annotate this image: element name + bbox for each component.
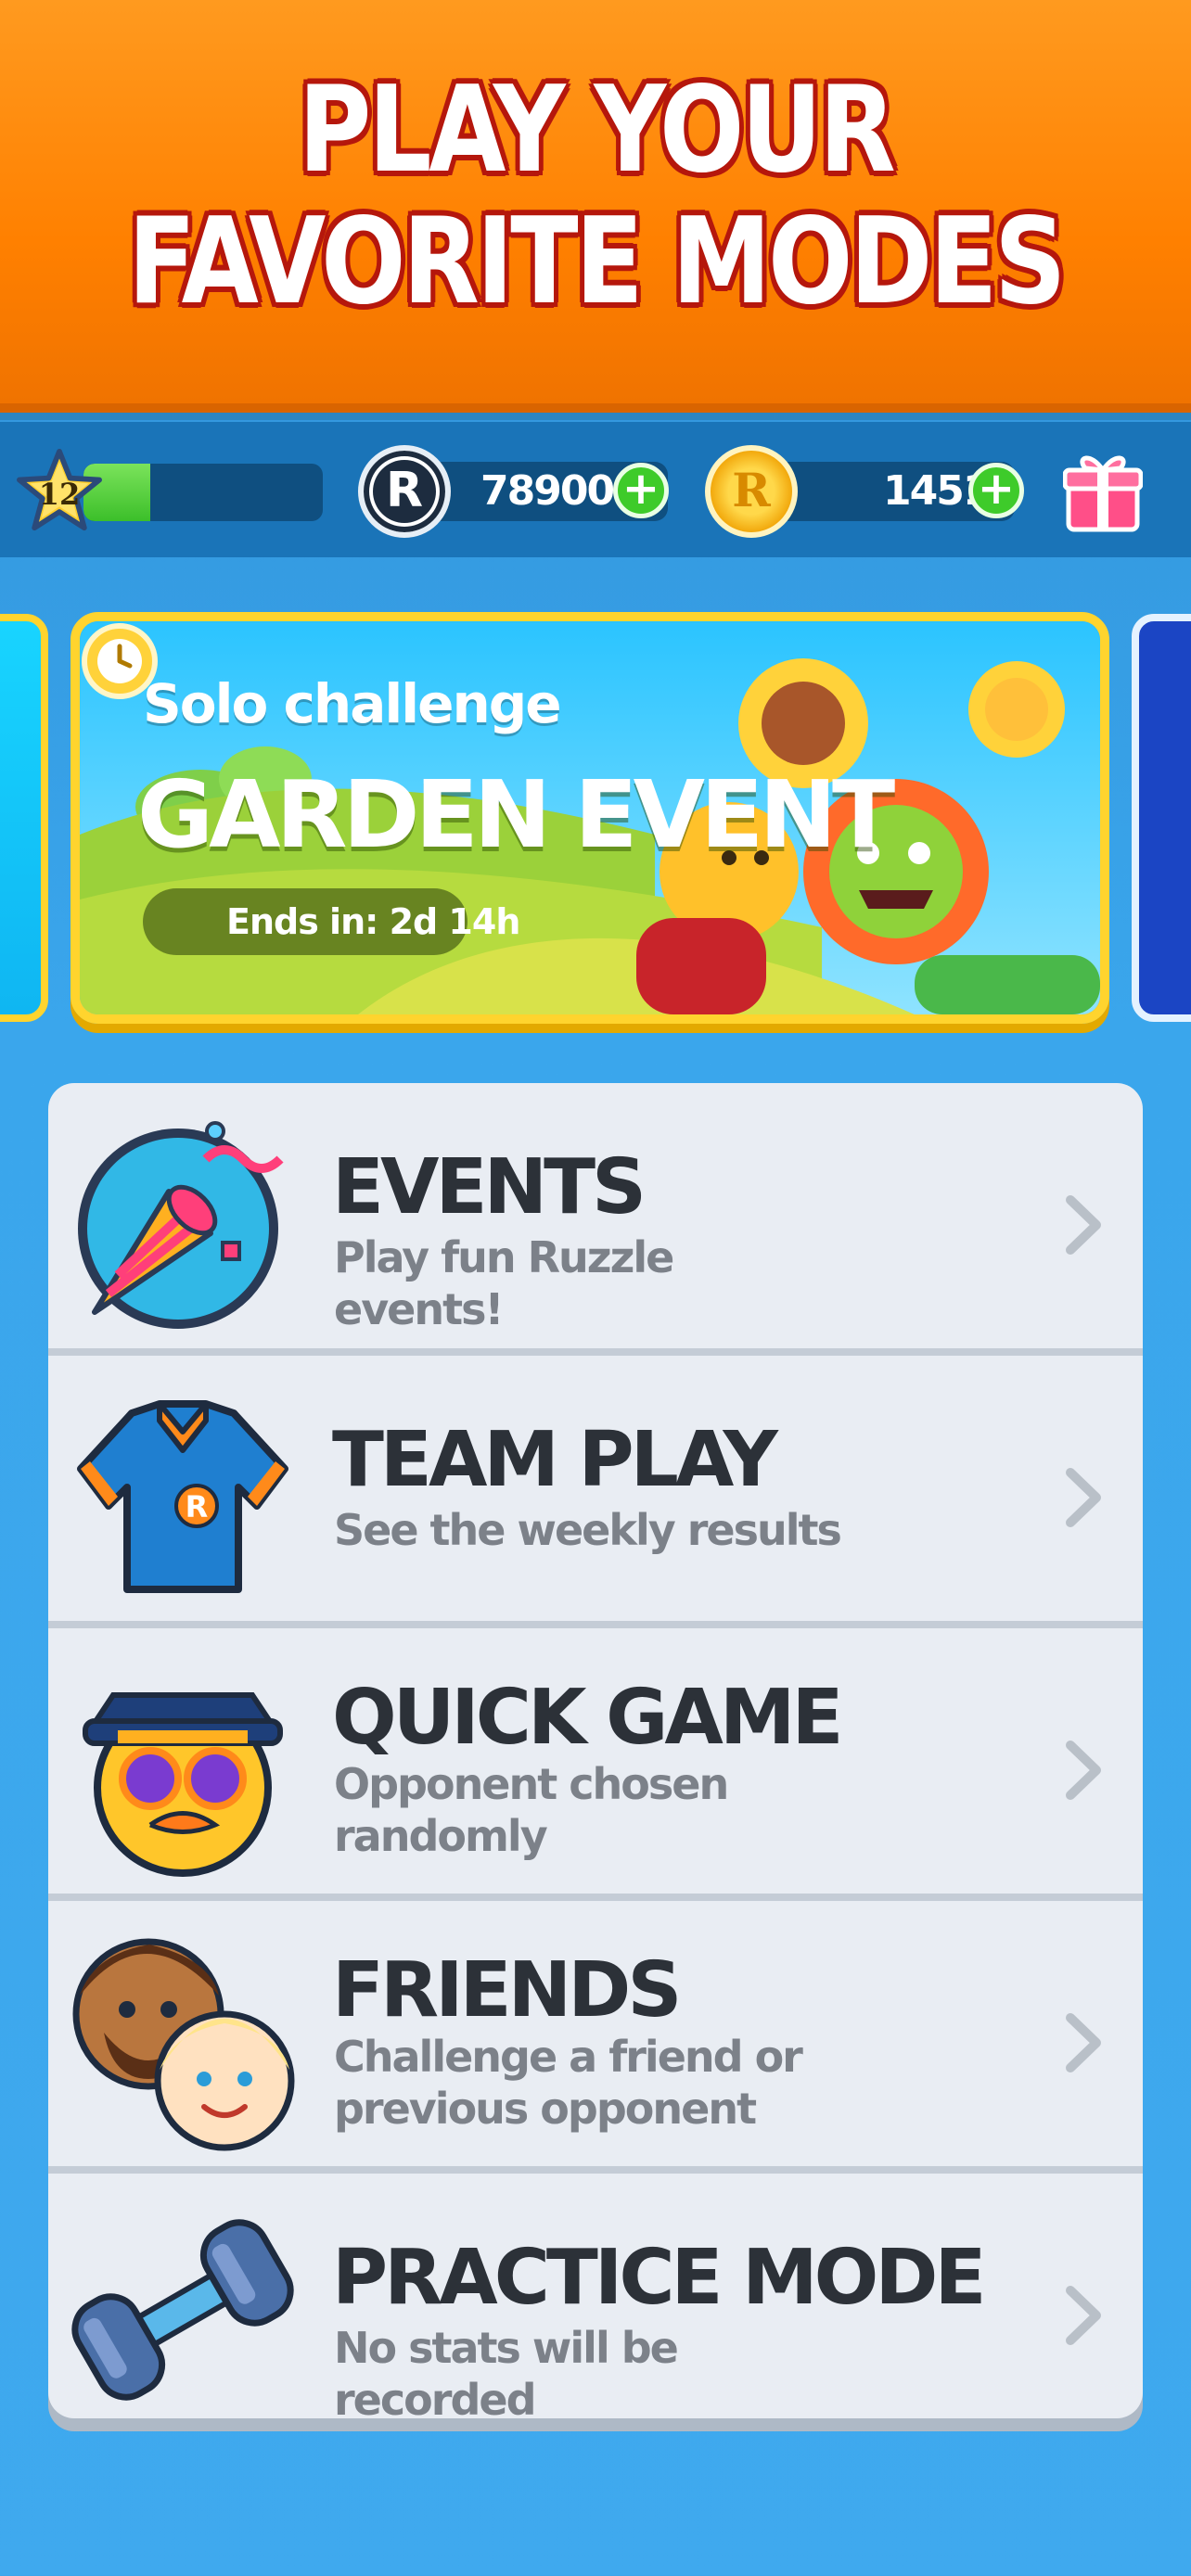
- event-subtitle: Solo challenge: [143, 672, 562, 735]
- mode-description: Opponent chosen randomly: [334, 1759, 729, 1861]
- mode-row-practice-mode[interactable]: PRACTICE MODE No stats will be recorded: [48, 2174, 1143, 2418]
- dumbbell-icon: [71, 2219, 294, 2401]
- mode-description: See the weekly results: [334, 1505, 842, 1555]
- ruby-coin-icon: R: [358, 445, 451, 538]
- gold-coin-icon: R: [705, 445, 798, 538]
- garden-event-card[interactable]: Solo challenge GARDEN EVENT Ends in: 2d …: [70, 612, 1109, 1024]
- clock-icon: [82, 623, 158, 699]
- mode-title: EVENTS: [332, 1143, 647, 1231]
- svg-text:R: R: [186, 1489, 209, 1524]
- chevron-right-icon: [1066, 2013, 1101, 2072]
- promo-banner: PLAY YOUR FAVORITE MODES: [0, 0, 1191, 413]
- banner-headline-line1: PLAY YOUR: [298, 61, 896, 199]
- event-timer-text: Ends in: 2d 14h: [226, 901, 520, 942]
- mode-description: No stats will be recorded: [334, 2323, 679, 2418]
- banner-headline-line2: FAVORITE MODES: [127, 193, 1067, 331]
- party-popper-icon: [78, 1121, 284, 1329]
- jersey-icon: R: [77, 1400, 288, 1593]
- xp-progress-bar: [83, 464, 323, 521]
- mode-title: PRACTICE MODE: [332, 2234, 986, 2322]
- mode-title: TEAM PLAY: [332, 1416, 778, 1504]
- chevron-right-icon: [1066, 1195, 1101, 1255]
- mode-description: Play fun Ruzzle events!: [334, 1232, 674, 1334]
- add-rubies-button[interactable]: +: [613, 463, 669, 518]
- game-modes-list: EVENTS Play fun Ruzzle events! R TEAM PL…: [48, 1083, 1143, 2418]
- chevron-right-icon: [1066, 1468, 1101, 1527]
- mode-title: FRIENDS: [332, 1946, 682, 2034]
- event-title: GARDEN EVENT: [137, 760, 895, 869]
- chevron-right-icon: [1066, 1741, 1101, 1800]
- ruby-balance: 78900: [480, 467, 615, 515]
- mode-row-friends[interactable]: FRIENDS Challenge a friend or previous o…: [48, 1901, 1143, 2174]
- chevron-right-icon: [1066, 2286, 1101, 2345]
- mode-title: QUICK GAME: [332, 1674, 843, 1762]
- mode-row-events[interactable]: EVENTS Play fun Ruzzle events!: [48, 1083, 1143, 1356]
- friends-faces-icon: [72, 1938, 295, 2151]
- add-coins-button[interactable]: +: [968, 463, 1024, 518]
- carousel-prev-card[interactable]: [0, 614, 48, 1022]
- mode-row-quick-game[interactable]: QUICK GAME Opponent chosen randomly: [48, 1628, 1143, 1901]
- mode-description: Challenge a friend or previous opponent: [334, 2032, 803, 2134]
- level-number: 12: [38, 477, 81, 512]
- status-bar: 12 R 78900 + R 1451 +: [0, 422, 1191, 557]
- mode-row-team-play[interactable]: R TEAM PLAY See the weekly results: [48, 1356, 1143, 1628]
- carousel-next-card[interactable]: [1132, 614, 1191, 1022]
- hipster-face-icon: [83, 1692, 283, 1877]
- gift-icon[interactable]: [1063, 450, 1143, 533]
